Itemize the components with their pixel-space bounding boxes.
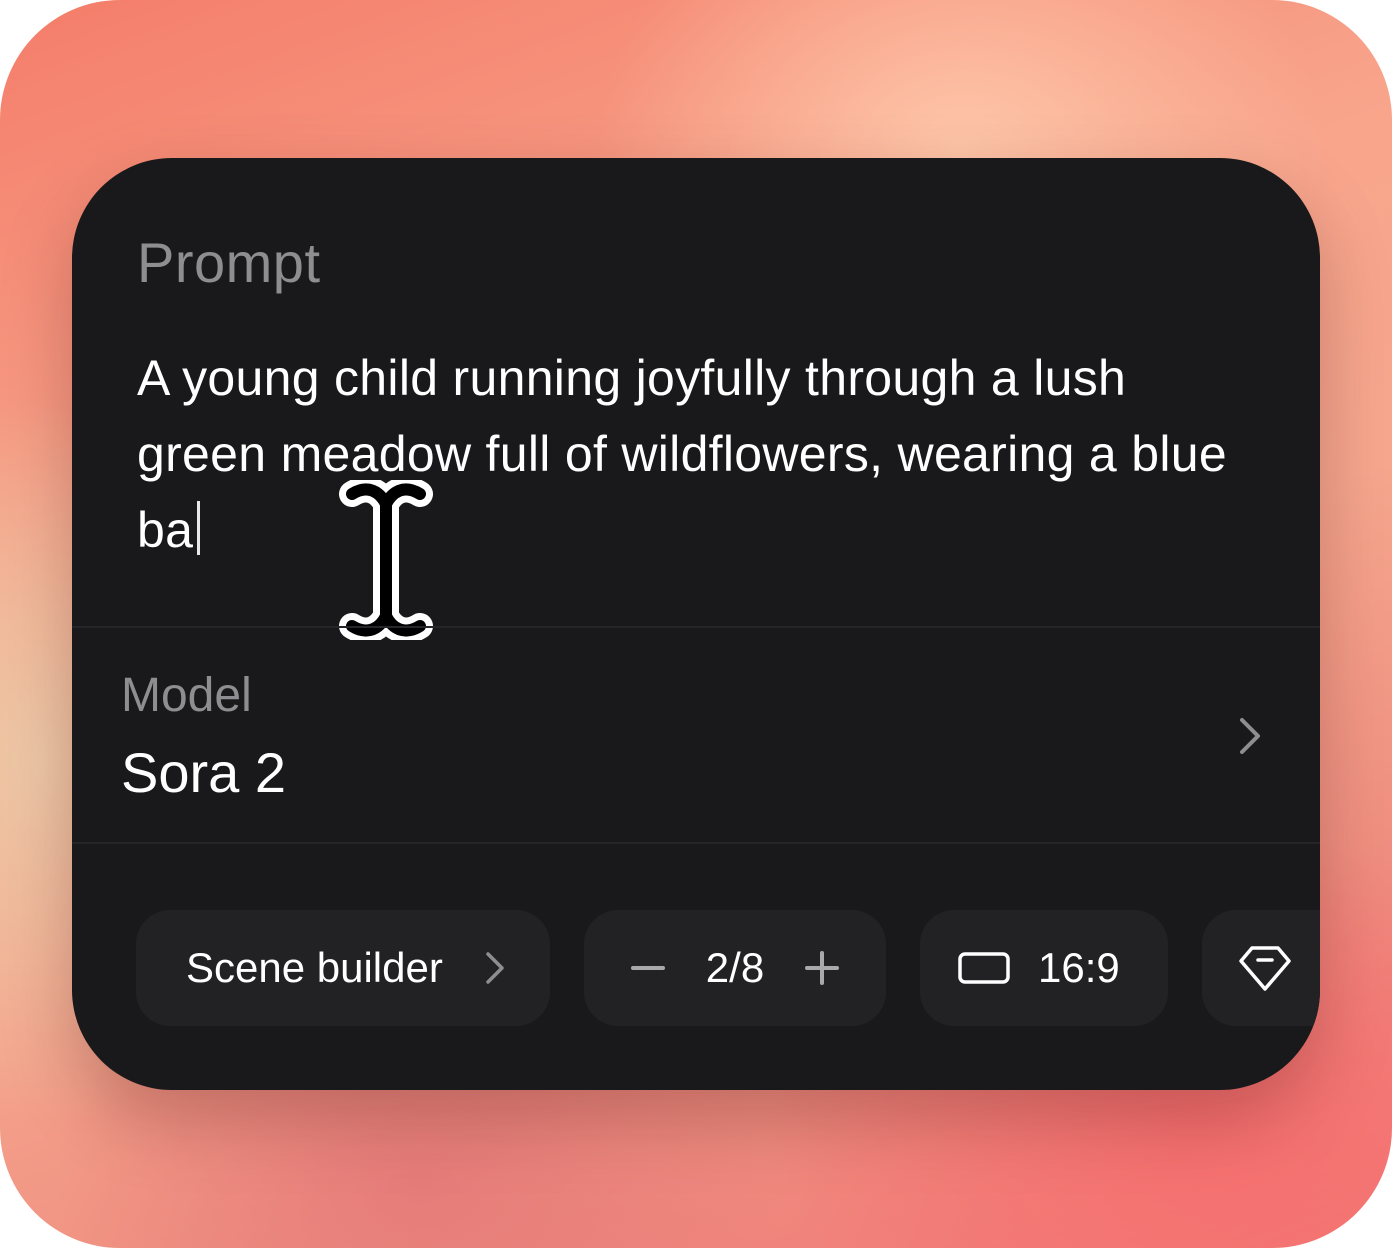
aspect-ratio-rectangle-icon xyxy=(958,952,1010,984)
scene-builder-button[interactable]: Scene builder xyxy=(136,910,550,1026)
plus-icon[interactable] xyxy=(804,950,840,986)
divider-bottom xyxy=(72,842,1320,844)
chevron-right-icon xyxy=(1240,718,1260,754)
prompt-input[interactable]: A young child running joyfully through a… xyxy=(137,340,1257,568)
aspect-ratio-value: 16:9 xyxy=(1038,944,1120,991)
diamond-gem-icon xyxy=(1239,946,1291,991)
scene-builder-label: Scene builder xyxy=(186,944,443,991)
count-value: 2/8 xyxy=(705,944,765,991)
controls-bar: Scene builder 2/8 16:9 xyxy=(72,910,1320,1028)
minus-icon[interactable] xyxy=(630,950,666,986)
text-cursor-ibeam-icon xyxy=(339,480,433,640)
gradient-background: Prompt A young child running joyfully th… xyxy=(0,0,1392,1248)
generation-panel: Prompt A young child running joyfully th… xyxy=(72,158,1320,1090)
model-selector[interactable]: Model Sora 2 xyxy=(72,628,1320,842)
aspect-ratio-button[interactable]: 16:9 xyxy=(920,910,1168,1026)
model-label: Model xyxy=(121,669,252,722)
chevron-right-icon xyxy=(486,952,504,984)
count-stepper: 2/8 xyxy=(584,910,886,1026)
model-value: Sora 2 xyxy=(121,741,286,804)
quality-button[interactable] xyxy=(1202,910,1320,1026)
prompt-label: Prompt xyxy=(137,231,321,294)
prompt-input-text: A young child running joyfully through a… xyxy=(137,350,1227,558)
text-caret xyxy=(197,501,201,555)
